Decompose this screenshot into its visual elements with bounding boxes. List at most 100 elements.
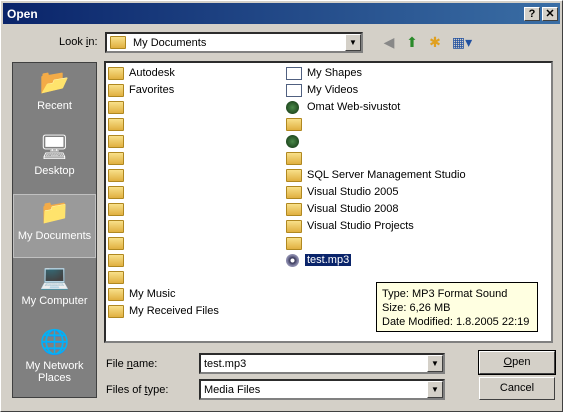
folder-icon: [286, 185, 302, 199]
list-item[interactable]: Visual Studio Projects: [286, 218, 416, 234]
list-item[interactable]: test.mp3: [286, 252, 353, 268]
title-bar: Open ? ✕: [3, 3, 560, 24]
folder-icon: [108, 270, 124, 284]
place-label: My Network Places: [25, 360, 84, 384]
file-name: Favorites: [129, 84, 175, 96]
file-name-label: File name:: [106, 358, 158, 370]
look-in-label: Look in:: [59, 36, 98, 48]
back-icon[interactable]: ◀: [379, 33, 399, 51]
help-button[interactable]: ?: [524, 6, 540, 21]
folder-icon: [286, 219, 302, 233]
folder-icon: [108, 83, 124, 97]
file-name-value: test.mp3: [204, 357, 247, 370]
look-in-value: My Documents: [133, 36, 207, 49]
list-item[interactable]: [286, 133, 309, 149]
folder-icon: [108, 287, 124, 301]
cancel-button[interactable]: Cancel: [479, 377, 555, 400]
file-name: Visual Studio 2008: [307, 203, 399, 215]
file-type-select[interactable]: Media Files ▼: [199, 379, 445, 400]
tooltip-type: Type: MP3 Format Sound: [382, 288, 508, 300]
chevron-down-icon[interactable]: ▼: [427, 381, 443, 398]
folder-icon: [286, 236, 302, 250]
tooltip-size: Size: 6,26 MB: [382, 302, 451, 314]
recent-icon: 📂: [39, 69, 70, 96]
list-item[interactable]: [108, 116, 131, 132]
list-item[interactable]: [108, 150, 131, 166]
file-name-field[interactable]: test.mp3 ▼: [199, 353, 445, 374]
list-item[interactable]: My Music: [108, 286, 177, 302]
folder-icon: [108, 168, 124, 182]
dialog-title: Open: [7, 6, 38, 21]
place-recent[interactable]: 📂 Recent: [13, 65, 96, 129]
folder-icon: [286, 151, 302, 165]
open-dialog: Open ? ✕ Look in: My Documents ▼ ◀ ⬆ ✱ ▦…: [0, 0, 563, 412]
my-computer-icon: 💻: [39, 264, 70, 291]
look-in-select[interactable]: My Documents ▼: [105, 32, 363, 53]
list-item[interactable]: [108, 133, 131, 149]
file-name: My Videos: [307, 84, 359, 96]
views-menu-icon[interactable]: ▦▾: [449, 33, 475, 51]
list-item[interactable]: [108, 218, 131, 234]
list-item[interactable]: Visual Studio 2005: [286, 184, 401, 200]
place-network[interactable]: 🌐 My Network Places: [13, 325, 96, 397]
file-name: SQL Server Management Studio: [307, 169, 466, 181]
list-item[interactable]: [286, 235, 309, 251]
folder-icon: [108, 151, 124, 165]
list-item[interactable]: My Videos: [286, 82, 360, 98]
folder-icon: [110, 36, 126, 49]
audio-file-icon: [286, 253, 299, 267]
document-icon: [286, 83, 302, 97]
file-name: My Received Files: [129, 305, 219, 317]
chevron-down-icon[interactable]: ▼: [345, 34, 361, 51]
document-icon: [286, 66, 302, 80]
close-button[interactable]: ✕: [542, 6, 558, 21]
file-tooltip: Type: MP3 Format Sound Size: 6,26 MB Dat…: [376, 282, 538, 332]
place-my-computer[interactable]: 💻 My Computer: [13, 260, 96, 324]
list-item[interactable]: [286, 116, 309, 132]
folder-icon: [108, 66, 124, 80]
list-item[interactable]: [108, 252, 131, 268]
list-item[interactable]: My Shapes: [286, 65, 364, 81]
list-item[interactable]: [286, 150, 309, 166]
list-item[interactable]: [108, 235, 131, 251]
list-item[interactable]: Autodesk: [108, 65, 177, 81]
chevron-down-icon[interactable]: ▼: [427, 355, 443, 372]
network-places-icon: 🌐: [39, 329, 70, 356]
place-desktop[interactable]: 🖥 Desktop: [13, 130, 96, 194]
file-name: test.mp3: [303, 253, 353, 267]
place-my-documents[interactable]: 📁 My Documents: [13, 194, 96, 258]
file-type-value: Media Files: [204, 383, 261, 396]
my-documents-icon: 📁: [39, 199, 70, 226]
list-item[interactable]: Favorites: [108, 82, 176, 98]
places-bar: 📂 Recent 🖥 Desktop 📁 My Documents 💻 My C…: [12, 62, 97, 398]
place-label: My Documents: [17, 230, 92, 242]
folder-icon: [108, 236, 124, 250]
place-label: Recent: [37, 100, 72, 112]
folder-icon: [286, 117, 302, 131]
file-name: Visual Studio Projects: [307, 220, 414, 232]
file-name: Visual Studio 2005: [307, 186, 399, 198]
folder-icon: [108, 202, 124, 216]
list-item[interactable]: Visual Studio 2008: [286, 201, 401, 217]
file-type-label: Files of type:: [106, 384, 169, 396]
folder-icon: [108, 134, 124, 148]
tooltip-date: Date Modified: 1.8.2005 22:19: [382, 316, 530, 328]
folder-icon: [286, 202, 302, 216]
folder-icon: [108, 117, 124, 131]
list-item[interactable]: [108, 201, 131, 217]
folder-icon: [286, 168, 302, 182]
list-item[interactable]: My Received Files: [108, 303, 221, 319]
new-folder-icon[interactable]: ✱: [425, 33, 445, 51]
open-button[interactable]: Open: [478, 350, 556, 375]
folder-icon: [108, 100, 124, 114]
file-name: My Music: [129, 288, 176, 300]
list-item[interactable]: [108, 167, 131, 183]
folder-icon: [108, 219, 124, 233]
list-item[interactable]: [108, 269, 131, 285]
up-folder-icon[interactable]: ⬆: [402, 33, 422, 51]
list-item[interactable]: SQL Server Management Studio: [286, 167, 468, 183]
list-item[interactable]: [108, 184, 131, 200]
list-item[interactable]: [108, 99, 131, 115]
folder-icon: [108, 185, 124, 199]
list-item[interactable]: Omat Web-sivustot: [286, 99, 402, 115]
